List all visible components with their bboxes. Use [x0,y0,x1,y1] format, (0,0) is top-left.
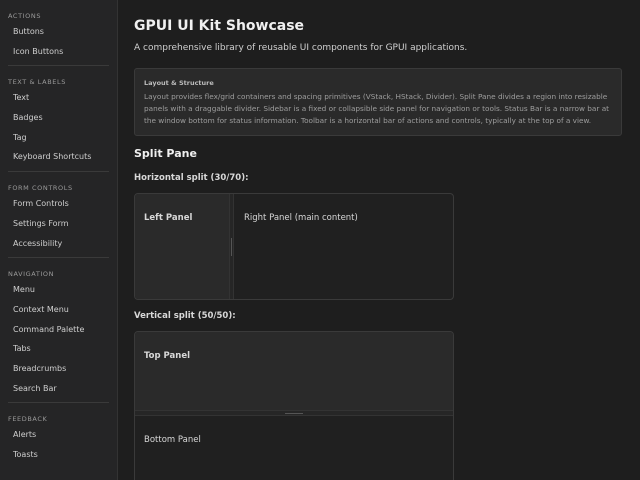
sidebar-item-icon-buttons[interactable]: Icon Buttons [0,42,117,62]
sidebar-item-keyboard-shortcuts[interactable]: Keyboard Shortcuts [0,147,117,167]
sidebar-section-header: ACTIONS [8,12,42,20]
sidebar-item-buttons[interactable]: Buttons [0,22,117,42]
sidebar-section-actions: ACTIONS Buttons Icon Buttons [0,10,117,67]
sidebar-item-search-bar[interactable]: Search Bar [0,379,117,399]
horizontal-split-pane: Left Panel Right Panel (main content) [134,193,454,300]
info-box-title: Layout & Structure [144,79,214,87]
section-heading: Split Pane [134,147,197,160]
sidebar-item-accessibility[interactable]: Accessibility [0,234,117,254]
info-box: Layout & Structure Layout provides flex/… [134,68,622,136]
sidebar-item-tabs[interactable]: Tabs [0,339,117,359]
sidebar-item-menu[interactable]: Menu [0,280,117,300]
sidebar-item-settings-form[interactable]: Settings Form [0,214,117,234]
bottom-panel-label: Bottom Panel [144,435,201,445]
page-title: GPUI UI Kit Showcase [134,18,305,34]
right-panel-label: Right Panel (main content) [244,213,358,223]
vertical-split-pane: Top Panel Bottom Panel [134,331,454,480]
sidebar-item-toasts[interactable]: Toasts [0,445,117,465]
sidebar: ACTIONS Buttons Icon Buttons TEXT & LABE… [0,0,118,480]
sidebar-divider [8,171,109,173]
sidebar-divider [8,65,109,67]
sidebar-section-header: FORM CONTROLS [8,184,73,193]
sidebar-item-form-controls[interactable]: Form Controls [0,194,117,214]
bottom-panel: Bottom Panel [135,416,453,480]
sidebar-divider [8,257,109,259]
sidebar-section-form-controls: FORM CONTROLS Form Controls Settings For… [0,182,117,259]
vertical-split-label: Vertical split (50/50): [134,311,236,321]
sidebar-section-header: NAVIGATION [8,270,55,279]
left-panel-label: Left Panel [144,213,193,223]
sidebar-item-text[interactable]: Text [0,88,117,108]
sidebar-section-header: FEEDBACK [8,415,48,424]
sidebar-item-context-menu[interactable]: Context Menu [0,300,117,320]
sidebar-section-header: TEXT & LABELS [8,78,66,87]
page-subtitle: A comprehensive library of reusable UI c… [134,43,468,53]
sidebar-item-alerts[interactable]: Alerts [0,425,117,445]
sidebar-item-breadcrumbs[interactable]: Breadcrumbs [0,359,117,379]
info-box-text: Layout provides flex/grid containers and… [144,92,610,125]
sidebar-section-navigation: NAVIGATION Menu Context Menu Command Pal… [0,268,117,404]
left-panel: Left Panel [135,194,229,299]
main-content: GPUI UI Kit Showcase A comprehensive lib… [119,0,640,480]
sidebar-item-badges[interactable]: Badges [0,108,117,128]
drag-grip-icon [231,238,232,256]
sidebar-divider [8,402,109,404]
sidebar-section-text-labels: TEXT & LABELS Text Badges Tag Keyboard S… [0,76,117,173]
sidebar-section-feedback: FEEDBACK Alerts Toasts [0,413,117,464]
top-panel: Top Panel [135,332,453,410]
right-panel: Right Panel (main content) [234,194,453,299]
horizontal-split-label: Horizontal split (30/70): [134,173,249,183]
drag-grip-icon [285,413,303,414]
top-panel-label: Top Panel [144,351,191,361]
sidebar-item-tag[interactable]: Tag [0,128,117,148]
sidebar-item-command-palette[interactable]: Command Palette [0,320,117,340]
